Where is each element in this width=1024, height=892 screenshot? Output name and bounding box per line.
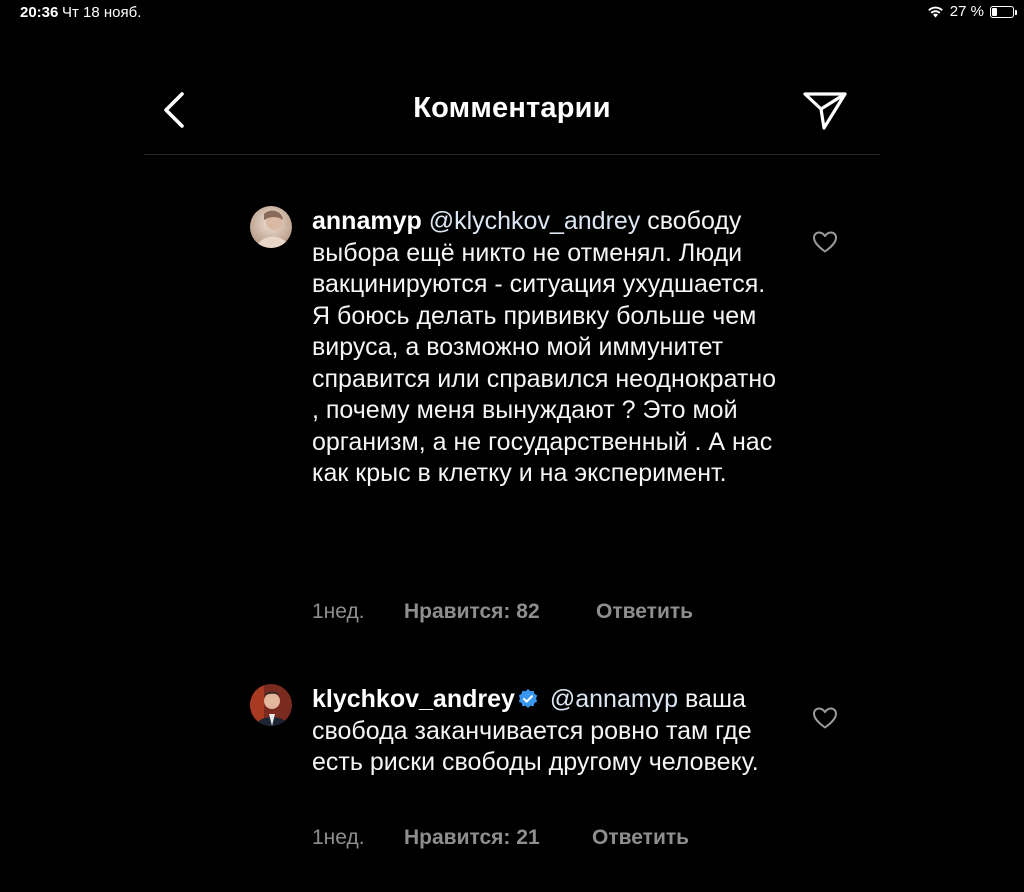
battery-icon	[990, 5, 1017, 18]
comment-mention[interactable]: @klychkov_andrey	[429, 207, 641, 235]
comment-item: klychkov_andrey @annamyp ваша свобода за…	[250, 684, 850, 854]
comment-meta: 1нед. Нравится: 82 Ответить	[312, 600, 693, 624]
comments-header: Комментарии	[144, 70, 880, 155]
comment-time: 1нед.	[312, 600, 365, 623]
comment-mention[interactable]: @annamyp	[550, 685, 678, 713]
page-title: Комментарии	[413, 92, 611, 124]
user-avatar-image	[250, 206, 292, 248]
comment-username[interactable]: klychkov_andrey	[312, 685, 515, 713]
send-icon	[803, 92, 847, 130]
comment-username[interactable]: annamyp	[312, 207, 422, 235]
reply-button[interactable]: Ответить	[592, 826, 689, 850]
comment-likes[interactable]: Нравится: 82	[404, 600, 596, 624]
comment-message: свободу выбора ещё никто не отменял. Люд…	[312, 207, 777, 487]
battery-level	[992, 7, 997, 16]
status-bar: 20:36 Чт 18 нояб. 27 %	[0, 0, 1024, 26]
wifi-icon	[927, 6, 943, 18]
like-heart-icon[interactable]	[812, 230, 838, 254]
share-button[interactable]	[802, 88, 848, 132]
status-indicators: 27 %	[927, 3, 1017, 20]
avatar[interactable]	[250, 206, 292, 248]
status-time: 20:36	[20, 4, 59, 21]
comment-likes[interactable]: Нравится: 21	[404, 826, 592, 850]
avatar[interactable]	[250, 684, 292, 726]
user-avatar-image	[250, 684, 292, 726]
reply-button[interactable]: Ответить	[596, 600, 693, 624]
comment-meta: 1нед. Нравится: 21 Ответить	[312, 826, 689, 850]
battery-percent: 27 %	[949, 3, 984, 20]
comment-item: annamyp @klychkov_andrey свободу выбора …	[250, 206, 850, 626]
like-heart-icon[interactable]	[812, 706, 838, 730]
comment-time: 1нед.	[312, 826, 365, 849]
comment-text: annamyp @klychkov_andrey свободу выбора …	[312, 206, 782, 490]
status-date: Чт 18 нояб.	[62, 4, 142, 21]
verified-badge-icon	[518, 689, 538, 708]
comment-text: klychkov_andrey @annamyp ваша свобода за…	[312, 684, 782, 779]
